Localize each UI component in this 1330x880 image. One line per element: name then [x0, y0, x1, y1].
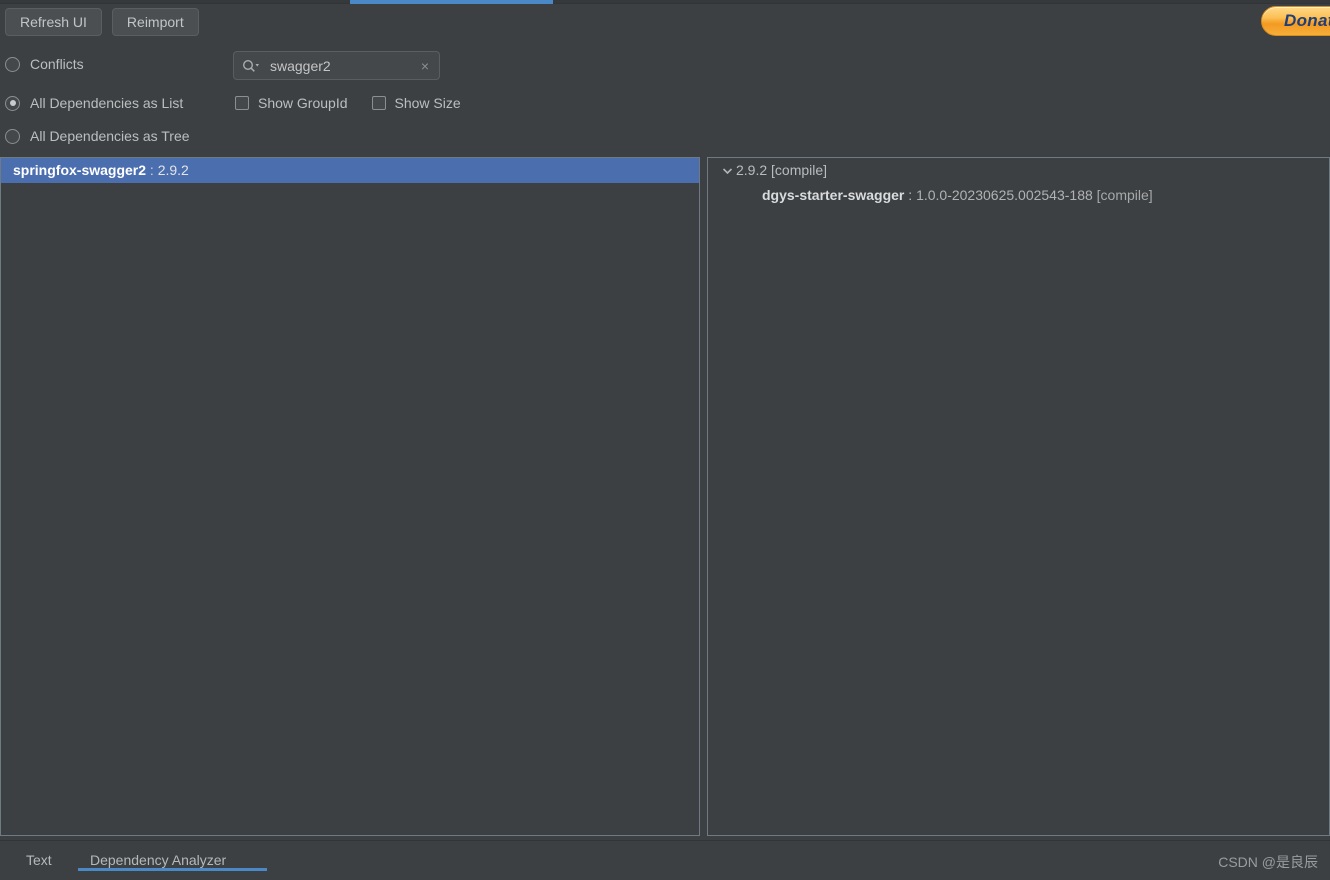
radio-all-dependencies-as-tree[interactable]: All Dependencies as Tree [5, 128, 190, 144]
radio-all-dependencies-as-tree-label: All Dependencies as Tree [30, 128, 190, 144]
radio-conflicts-indicator[interactable] [5, 56, 20, 72]
list-item-artifact: springfox-swagger2 [13, 162, 147, 178]
display-options-group: Show GroupId Show Size [235, 95, 461, 111]
tree-child-separator: : [904, 187, 917, 203]
list-item-version: 2.9.2 [157, 162, 189, 178]
list-item[interactable]: springfox-swagger2 : 2.9.2 [1, 158, 699, 183]
maven-dependency-analyzer-window: Refresh UI Reimport Donate Conflicts All… [0, 0, 1330, 880]
chevron-down-icon[interactable] [718, 167, 736, 175]
toolbar: Refresh UI Reimport [5, 8, 199, 36]
tab-text[interactable]: Text [26, 845, 52, 875]
radio-conflicts[interactable]: Conflicts [5, 56, 84, 72]
top-tab-strip [0, 0, 1330, 4]
tree-root-node[interactable]: 2.9.2 [compile] [708, 158, 1329, 183]
donate-button[interactable]: Donate [1261, 6, 1330, 36]
radio-all-dependencies-as-list-indicator[interactable] [5, 95, 20, 111]
checkbox-show-group-id-box[interactable] [235, 96, 249, 110]
radio-all-dependencies-as-list-label: All Dependencies as List [30, 95, 184, 111]
search-icon [242, 59, 260, 73]
tree-child-node[interactable]: dgys-starter-swagger : 1.0.0-20230625.00… [708, 183, 1329, 208]
active-bottom-tab-underline [78, 868, 267, 871]
dependency-list-panel[interactable]: springfox-swagger2 : 2.9.2 [0, 157, 700, 836]
radio-all-dependencies-as-list[interactable]: All Dependencies as List [5, 95, 183, 111]
radio-all-dependencies-as-tree-indicator[interactable] [5, 128, 20, 144]
refresh-ui-button[interactable]: Refresh UI [5, 8, 102, 36]
reimport-button[interactable]: Reimport [111, 8, 199, 36]
active-tab-indicator [350, 0, 553, 4]
tree-child-scope: [compile] [1092, 187, 1153, 203]
checkbox-show-group-id-label: Show GroupId [258, 95, 348, 111]
search-input[interactable]: swagger2 [270, 58, 419, 74]
tree-root-label: 2.9.2 [compile] [736, 162, 828, 178]
search-field[interactable]: swagger2 × [233, 51, 440, 80]
tree-child-label: dgys-starter-swagger : 1.0.0-20230625.00… [762, 183, 1153, 208]
dependency-tree-panel[interactable]: 2.9.2 [compile] dgys-starter-swagger : 1… [707, 157, 1330, 836]
checkbox-show-group-id[interactable]: Show GroupId [235, 95, 348, 111]
checkbox-show-size-label: Show Size [394, 95, 461, 111]
watermark: CSDN @是良辰 [1218, 854, 1318, 870]
checkbox-show-size[interactable]: Show Size [371, 95, 461, 111]
tree-child-artifact: dgys-starter-swagger [762, 187, 905, 203]
tree-child-version: 1.0.0-20230625.002543-188 [916, 187, 1093, 203]
bottom-tab-bar: Text Dependency Analyzer [0, 840, 1330, 880]
list-item-separator: : [146, 162, 158, 178]
close-icon[interactable]: × [419, 57, 431, 75]
checkbox-show-size-box[interactable] [371, 96, 386, 110]
radio-conflicts-label: Conflicts [30, 56, 84, 72]
